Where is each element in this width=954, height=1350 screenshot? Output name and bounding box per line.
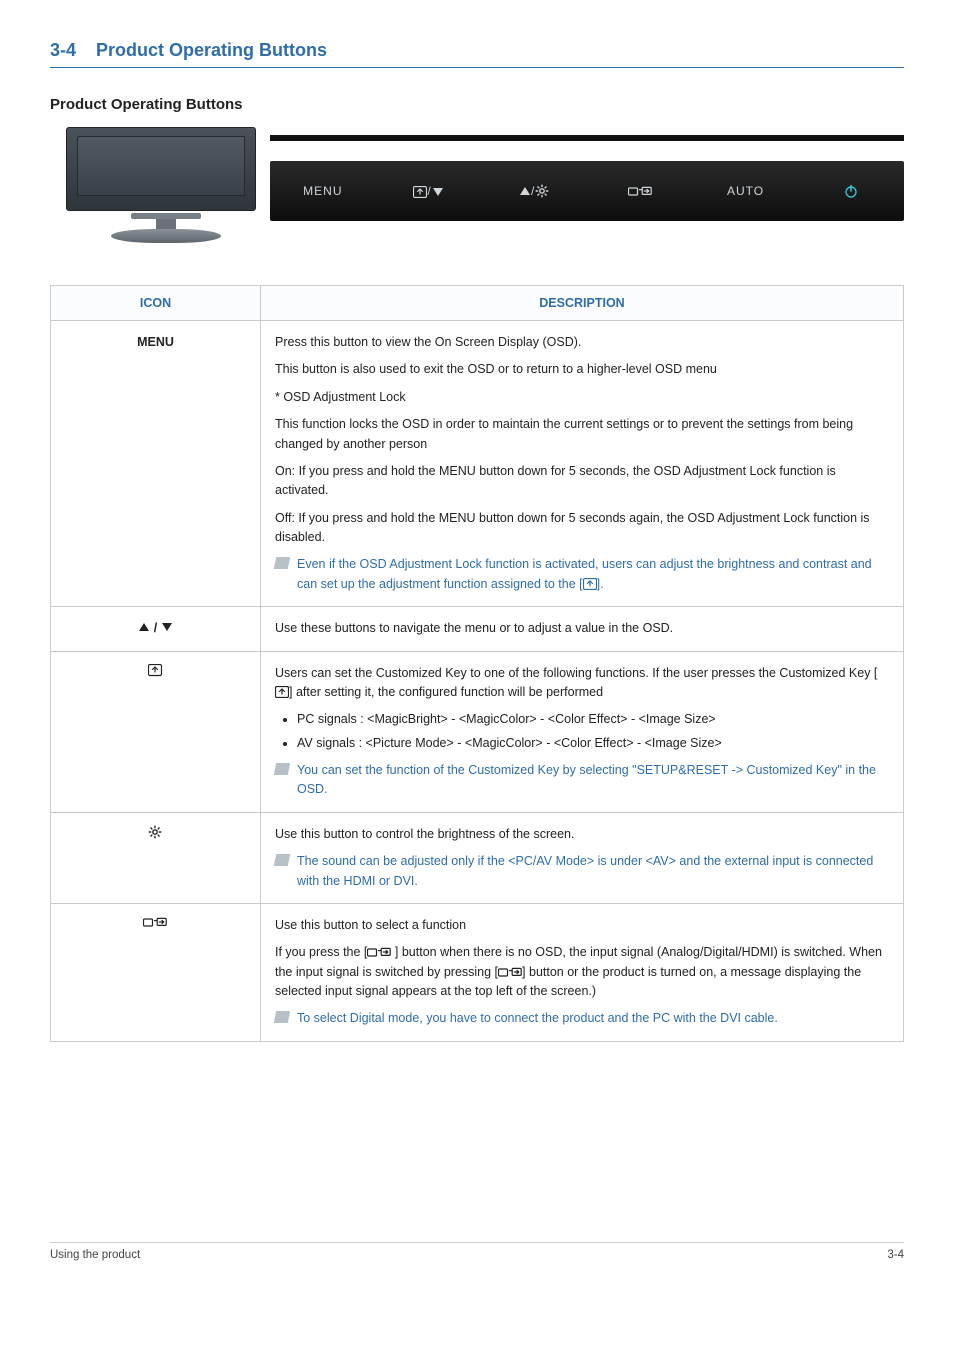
icon-custom-key [51,651,261,812]
triangle-up-icon [138,622,150,632]
list-item: PC signals : <MagicBright> - <MagicColor… [297,710,889,729]
table-row: Use this button to control the brightnes… [51,812,904,903]
section-heading: 3-4 Product Operating Buttons [50,40,904,68]
strip-source-label [587,184,693,198]
nav-p1: Use these buttons to navigate the menu o… [275,619,889,638]
list-item: AV signals : <Picture Mode> - <MagicColo… [297,734,889,753]
footer-right: 3-4 [887,1249,904,1261]
strip-power-icon [798,183,904,198]
menu-p3: * OSD Adjustment Lock [275,388,889,407]
custom-key-icon [148,664,164,678]
desc-menu: Press this button to view the On Screen … [261,321,904,607]
table-row: Use this button to select a function If … [51,903,904,1041]
menu-note: Even if the OSD Adjustment Lock function… [275,555,889,594]
brightness-icon [148,825,164,841]
button-strip: MENU / / AUTO [270,161,904,221]
source-p2: If you press the [ ] button when there i… [275,943,889,1001]
source-p1: Use this button to select a function [275,916,889,935]
icon-brightness [51,812,261,903]
monitor-icon [66,127,266,243]
bright-p1: Use this button to control the brightnes… [275,825,889,844]
menu-p5: On: If you press and hold the MENU butto… [275,462,889,501]
table-header-icon: ICON [51,286,261,321]
source-enter-icon [143,917,169,929]
desc-source: Use this button to select a function If … [261,903,904,1041]
table-row: / Use these buttons to navigate the menu… [51,607,904,651]
section-number: 3-4 [50,40,76,60]
subsection-title: Product Operating Buttons [50,96,904,113]
product-illustration: MENU / / AUTO [50,127,904,257]
table-row: MENU Press this button to view the On Sc… [51,321,904,607]
custom-note: You can set the function of the Customiz… [275,761,889,800]
footer-left: Using the product [50,1249,140,1261]
table-header-description: DESCRIPTION [261,286,904,321]
section-title: Product Operating Buttons [96,40,327,60]
triangle-down-icon [161,622,173,632]
icon-source-enter [51,903,261,1041]
menu-p4: This function locks the OSD in order to … [275,415,889,454]
strip-up-bright-label: / [481,184,587,199]
source-note: To select Digital mode, you have to conn… [275,1009,889,1028]
strip-menu-label: MENU [270,184,376,198]
icon-description-table: ICON DESCRIPTION MENU Press this button … [50,285,904,1042]
strip-custom-down-label: / [376,184,482,198]
icon-menu-label: MENU [51,321,261,607]
page-footer: Using the product 3-4 [50,1242,904,1261]
table-row: Users can set the Customized Key to one … [51,651,904,812]
custom-list: PC signals : <MagicBright> - <MagicColor… [275,710,889,753]
menu-p2: This button is also used to exit the OSD… [275,360,889,379]
menu-p1: Press this button to view the On Screen … [275,333,889,352]
menu-p6: Off: If you press and hold the MENU butt… [275,509,889,548]
bright-note: The sound can be adjusted only if the <P… [275,852,889,891]
desc-nav: Use these buttons to navigate the menu o… [261,607,904,651]
desc-custom: Users can set the Customized Key to one … [261,651,904,812]
icon-nav-updown: / [51,607,261,651]
custom-p1: Users can set the Customized Key to one … [275,664,889,703]
strip-auto-label: AUTO [693,184,799,198]
desc-bright: Use this button to control the brightnes… [261,812,904,903]
